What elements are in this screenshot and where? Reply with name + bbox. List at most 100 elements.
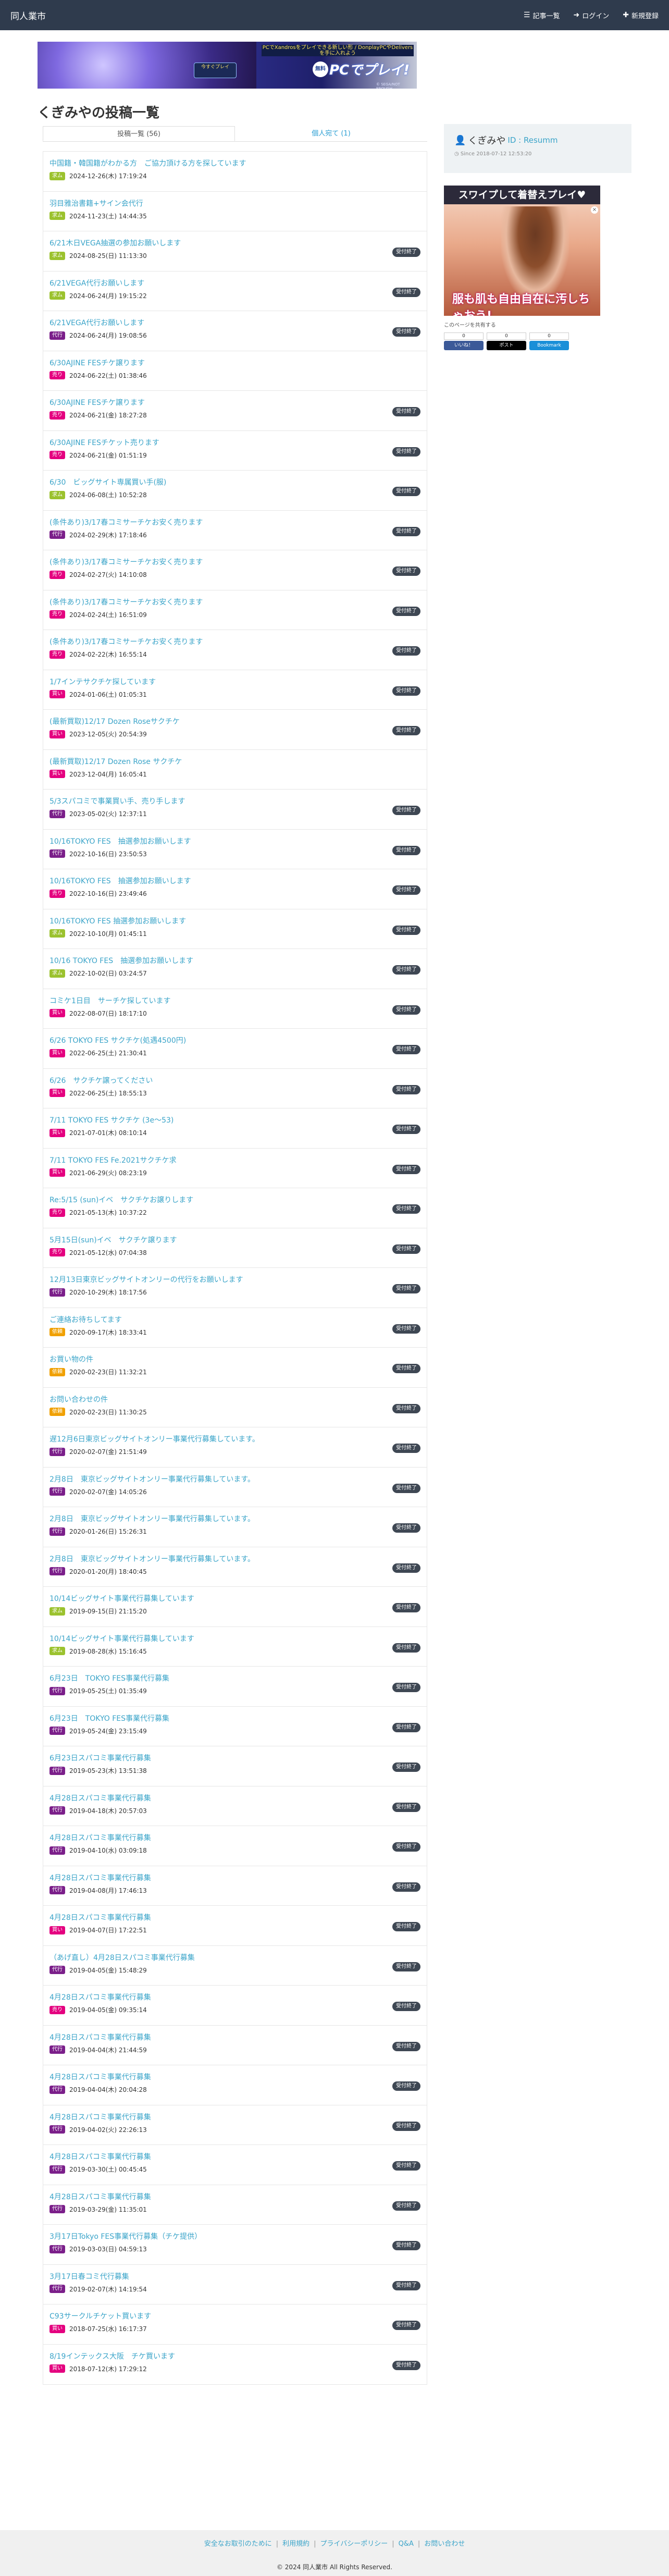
post-title-link[interactable]: お問い合わせの件: [49, 1395, 362, 1404]
ad-side-artwork: [501, 206, 569, 300]
post-title-link[interactable]: 3月17日春コミ代行募集: [49, 2272, 362, 2282]
post-title-link[interactable]: 4月28日スパコミ事業代行募集: [49, 1794, 362, 1803]
post-title-link[interactable]: 6/30AJINE FESチケット売ります: [49, 438, 362, 448]
profile-id[interactable]: ID : Resumm: [507, 135, 558, 145]
banner-play-button[interactable]: 今すぐプレイ: [194, 63, 237, 78]
post-title-link[interactable]: 4月28日スパコミ事業代行募集: [49, 2192, 362, 2202]
closed-badge: 受付終了: [392, 566, 420, 576]
post-title-link[interactable]: 10/16TOKYO FES 抽選参加お願いします: [49, 917, 362, 926]
post-row: 10/14ビッグサイト事業代行募集しています 求ム 2019-09-15(日) 21…: [43, 1587, 427, 1627]
post-title-link[interactable]: 7/11 TOKYO FES Fe.2021サクチケ求: [49, 1156, 362, 1165]
hatena-bookmark-button[interactable]: Bookmark: [529, 341, 569, 350]
post-type-badge: 買い: [49, 1128, 65, 1137]
post-title-link[interactable]: 10/16TOKYO FES 抽選参加お願いします: [49, 837, 362, 846]
post-row: 7/11 TOKYO FES サクチケ (3e〜53) 買い 2021-07-01(…: [43, 1108, 427, 1149]
post-title-link[interactable]: ご連絡お待ちしてます: [49, 1315, 362, 1325]
post-title-link[interactable]: コミケ1日目 サーチケ探しています: [49, 996, 362, 1006]
post-title-link[interactable]: (最新買取)12/17 Dozen Rose サクチケ: [49, 757, 362, 767]
close-icon[interactable]: ×: [591, 206, 598, 214]
closed-badge: 受付終了: [392, 925, 420, 935]
post-title-link[interactable]: 6月23日 TOKYO FES事業代行募集: [49, 1714, 362, 1723]
nav-link-login[interactable]: ➜ ログイン: [574, 10, 610, 20]
post-title-link[interactable]: 6/26 TOKYO FES サクチケ(処遇4500円): [49, 1036, 362, 1045]
post-date: 2024-02-24(土) 16:51:09: [69, 611, 147, 619]
post-type-badge: 代行: [49, 809, 65, 818]
post-title-link[interactable]: 4月28日スパコミ事業代行募集: [49, 2033, 362, 2042]
tab-personal[interactable]: 個人宛て (1): [235, 126, 427, 141]
post-type-badge: 求ム: [49, 251, 65, 260]
post-meta: 代行 2024-02-29(木) 17:18:46: [49, 531, 420, 539]
post-title-link[interactable]: 6/21木日VEGA抽選の参加お願いします: [49, 239, 362, 248]
footer-link[interactable]: 安全なお取引のために: [204, 2540, 272, 2548]
post-title-link[interactable]: （あげ直し）4月28日スパコミ事業代行募集: [49, 1953, 362, 1963]
closed-badge: 受付終了: [392, 726, 420, 735]
post-title-link[interactable]: 5月15日(sun)イベ サクチケ譲ります: [49, 1236, 362, 1245]
post-title-link[interactable]: (条件あり)3/17春コミサーチケお安く売ります: [49, 558, 362, 567]
nav-link-register[interactable]: ✚ 新規登録: [623, 10, 659, 20]
post-meta: 求ム 2022-10-02(日) 03:24:57: [49, 969, 420, 978]
post-title-link[interactable]: 4月28日スパコミ事業代行募集: [49, 2073, 362, 2082]
closed-badge: 受付終了: [392, 2081, 420, 2091]
footer-separator: |: [314, 2540, 316, 2548]
site-brand[interactable]: 同人業市: [10, 9, 46, 22]
post-title-link[interactable]: (条件あり)3/17春コミサーチケお安く売ります: [49, 518, 362, 527]
tab-posts[interactable]: 投稿一覧 (56): [43, 126, 235, 141]
ad-side[interactable]: スワイプして着替えプレイ♥ × 服も肌も自由自在に汚しちゃおう!: [444, 186, 600, 316]
post-title-link[interactable]: 7/11 TOKYO FES サクチケ (3e〜53): [49, 1116, 362, 1125]
post-title-link[interactable]: 6/30AJINE FESチケ譲ります: [49, 359, 362, 368]
copyright: © 2024 同人業市 All Rights Reserved.: [276, 2563, 392, 2571]
post-title-link[interactable]: (条件あり)3/17春コミサーチケお安く売ります: [49, 598, 362, 607]
post-title-link[interactable]: 2月8日 東京ビッグサイトオンリー事業代行募集しています。: [49, 1514, 362, 1524]
post-title-link[interactable]: 6月23日 TOKYO FES事業代行募集: [49, 1674, 362, 1683]
post-title-link[interactable]: Re:5/15 (sun)イベ サクチケお譲りします: [49, 1195, 362, 1205]
footer-link[interactable]: Q&A: [399, 2540, 414, 2548]
facebook-like-button[interactable]: いいね！: [444, 341, 484, 350]
post-meta: 求ム 2019-08-28(水) 15:16:45: [49, 1647, 420, 1656]
post-title-link[interactable]: お買い物の件: [49, 1355, 362, 1364]
post-title-link[interactable]: 10/14ビッグサイト事業代行募集しています: [49, 1594, 362, 1604]
post-title-link[interactable]: 6/26 サクチケ譲ってください: [49, 1076, 362, 1086]
post-title-link[interactable]: 2月8日 東京ビッグサイトオンリー事業代行募集しています。: [49, 1555, 362, 1564]
post-type-badge: 買い: [49, 2324, 65, 2333]
post-title-link[interactable]: 12月13日東京ビッグサイトオンリーの代行をお願いします: [49, 1275, 362, 1285]
post-title-link[interactable]: 4月28日スパコミ事業代行募集: [49, 1913, 362, 1922]
ad-banner[interactable]: 今すぐプレイ PCでXandrosをプレイできる新しい形 / DonplayPC…: [38, 42, 417, 89]
post-date: 2021-05-13(木) 10:37:22: [69, 1209, 147, 1216]
post-title-link[interactable]: 10/16 TOKYO FES 抽選参加お願いします: [49, 956, 362, 966]
post-title-link[interactable]: 4月28日スパコミ事業代行募集: [49, 2152, 362, 2162]
post-meta: 求ム 2024-06-24(月) 19:15:22: [49, 291, 420, 300]
post-title-link[interactable]: 6/30AJINE FESチケ譲ります: [49, 398, 362, 408]
post-title-link[interactable]: 6/21VEGA代行お願いします: [49, 279, 362, 288]
footer-link[interactable]: プライバシーポリシー: [320, 2540, 388, 2548]
post-title-link[interactable]: (条件あり)3/17春コミサーチケお安く売ります: [49, 637, 362, 647]
post-title-link[interactable]: 3月17日Tokyo FES事業代行募集（チケ提供）: [49, 2232, 362, 2241]
post-title-link[interactable]: 6/21VEGA代行お願いします: [49, 318, 362, 328]
post-title-link[interactable]: 1/7インテサクチケ探しています: [49, 677, 362, 687]
post-title-link[interactable]: 4月28日スパコミ事業代行募集: [49, 1874, 362, 1883]
post-type-badge: 代行: [49, 2085, 65, 2094]
post-title-link[interactable]: 10/14ビッグサイト事業代行募集しています: [49, 1634, 362, 1644]
post-type-badge: 売り: [49, 1248, 65, 1256]
clock-icon: ◷: [454, 151, 459, 157]
post-title-link[interactable]: C93サークルチケット買います: [49, 2312, 362, 2321]
post-title-link[interactable]: 2月8日 東京ビッグサイトオンリー事業代行募集しています。: [49, 1475, 362, 1484]
post-title-link[interactable]: 4月28日スパコミ事業代行募集: [49, 2113, 362, 2122]
post-title-link[interactable]: 5/3スパコミで事業買い手、売り手します: [49, 797, 362, 806]
footer-link[interactable]: 利用規約: [282, 2540, 309, 2548]
nav-link-posts[interactable]: ☰ 記事一覧: [524, 10, 560, 20]
post-meta: 代行 2020-01-20(月) 18:40:45: [49, 1567, 420, 1576]
x-post-button[interactable]: ポスト: [487, 341, 526, 350]
post-title-link[interactable]: 6月23日スパコミ事業代行募集: [49, 1754, 362, 1763]
footer-link[interactable]: お問い合わせ: [424, 2540, 465, 2548]
post-title-link[interactable]: (最新買取)12/17 Dozen Roseサクチケ: [49, 717, 362, 726]
closed-badge: 受付終了: [392, 1005, 420, 1015]
post-title-link[interactable]: 4月28日スパコミ事業代行募集: [49, 1993, 362, 2002]
post-title-link[interactable]: 羽目雅治書籍+サイン会代行: [49, 199, 362, 208]
post-title-link[interactable]: 6/30 ビッグサイト専属買い手(服): [49, 478, 362, 487]
post-title-link[interactable]: 4月28日スパコミ事業代行募集: [49, 1833, 362, 1843]
post-title-link[interactable]: 中国籍・韓国籍がわかる方 ご協力頂ける方を探しています: [49, 159, 362, 168]
closed-badge: 受付終了: [392, 287, 420, 297]
post-title-link[interactable]: 10/16TOKYO FES 抽選参加お願いします: [49, 877, 362, 886]
post-title-link[interactable]: 遅12月6日東京ビッグサイトオンリー事業代行募集しています。: [49, 1435, 362, 1444]
post-title-link[interactable]: 8/19インテックス大阪 チケ買います: [49, 2352, 362, 2361]
